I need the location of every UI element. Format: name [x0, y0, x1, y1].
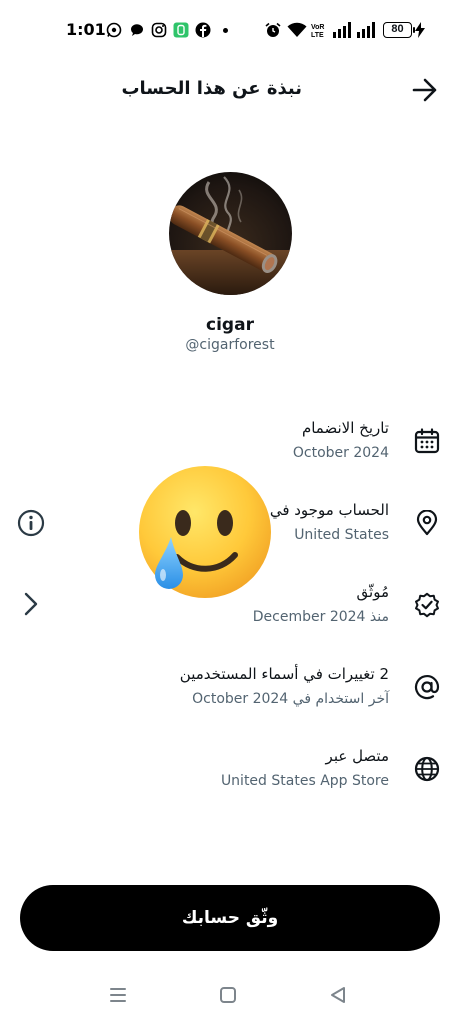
info-row-connected-via: متصل عبر United States App Store	[60, 747, 440, 813]
verified-badge-icon	[415, 592, 439, 618]
menu-icon[interactable]	[103, 980, 133, 1010]
whatsapp-icon	[106, 22, 122, 38]
globe-icon	[414, 756, 440, 782]
display-name: cigar	[206, 315, 254, 335]
signal-icon	[357, 22, 375, 38]
facebook-icon	[195, 22, 211, 38]
notification-dot	[223, 28, 228, 33]
chevron-right-icon[interactable]	[22, 592, 40, 616]
row-title: تاريخ الانضمام	[301, 419, 389, 437]
user-handle: @cigarforest	[185, 337, 275, 353]
at-sign-icon	[414, 675, 440, 700]
wifi-icon	[287, 22, 307, 37]
back-triangle-icon[interactable]	[323, 980, 353, 1010]
battery-indicator: 80	[383, 22, 415, 38]
arrow-right-icon[interactable]	[410, 76, 440, 104]
cigar-image	[169, 172, 292, 295]
row-subtitle: United States	[294, 527, 389, 543]
charging-icon	[415, 22, 425, 38]
row-subtitle: United States App Store	[220, 773, 389, 789]
row-subtitle: October 2024	[292, 445, 389, 461]
status-time: 1:01	[66, 20, 106, 39]
page-title: نبذة عن هذا الحساب	[121, 78, 302, 99]
app-icon	[173, 22, 189, 38]
calendar-icon	[414, 428, 440, 454]
row-title: 2 تغييرات في أسماء المستخدمين	[179, 665, 389, 683]
alarm-icon	[265, 22, 281, 37]
info-icon[interactable]	[17, 509, 45, 537]
svg-text:VoR: VoR	[311, 24, 324, 31]
svg-text:LTE: LTE	[311, 32, 324, 38]
row-subtitle: آخر استخدام في October 2024	[192, 691, 389, 707]
home-square-icon[interactable]	[213, 980, 243, 1010]
smiling-face-with-tear-emoji	[139, 466, 271, 598]
row-title: الحساب موجود في	[269, 501, 389, 519]
chat-icon	[131, 24, 143, 36]
volte-icon: VoRLTE	[311, 24, 324, 38]
status-bar: 1:01 VoR LTE 80	[0, 0, 460, 60]
instagram-icon	[151, 22, 167, 38]
row-subtitle: منذ December 2024	[252, 609, 389, 625]
signal-icon	[333, 22, 351, 38]
verify-account-button[interactable]: وثّق حسابك	[20, 885, 440, 951]
row-title: مُوثّق	[356, 583, 389, 601]
row-title: متصل عبر	[325, 747, 389, 765]
info-row-username-changes: 2 تغييرات في أسماء المستخدمين آخر استخدا…	[60, 665, 440, 731]
avatar[interactable]	[169, 172, 292, 295]
location-pin-icon	[416, 510, 438, 536]
